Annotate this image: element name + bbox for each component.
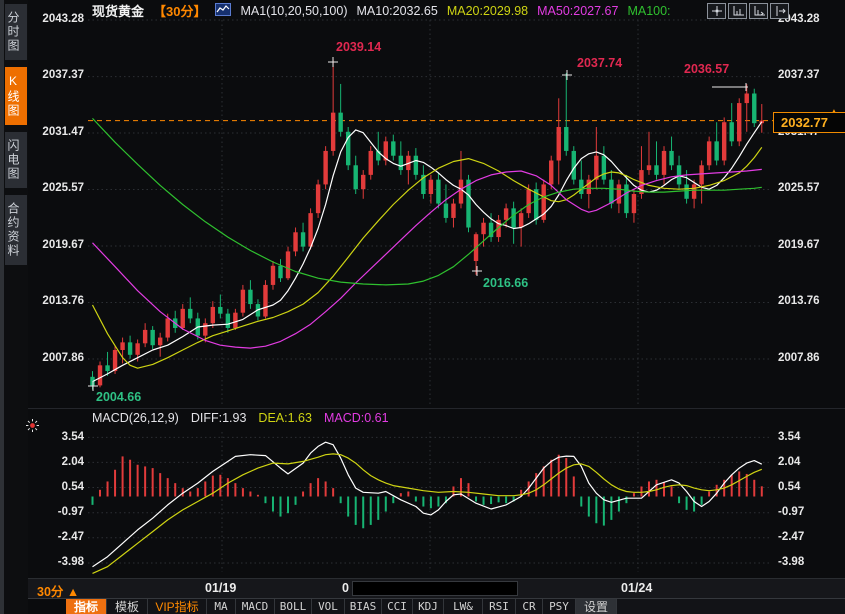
price-axis-label-left: 2025.57 — [34, 182, 84, 194]
high-annotation: 2039.14 — [336, 40, 381, 54]
price-axis-label-right: 2019.67 — [778, 239, 828, 251]
high-annotation: 2037.74 — [577, 56, 622, 70]
macd-axis-label-left: 2.04 — [34, 456, 84, 468]
macd-axis-label-left: -3.98 — [34, 556, 84, 568]
tab-template[interactable]: 模板 — [107, 599, 148, 614]
axis-pan-icon[interactable] — [749, 3, 768, 19]
low-annotation: 2016.66 — [483, 276, 528, 290]
tab-bias[interactable]: BIAS — [345, 599, 382, 614]
price-axis-label-left: 2031.47 — [34, 126, 84, 138]
tab-indicator[interactable]: 指标 — [66, 599, 107, 614]
date-label: 01/19 — [205, 581, 236, 595]
tab-kdj[interactable]: KDJ — [413, 599, 444, 614]
macd-axis-label-left: 3.54 — [34, 431, 84, 443]
price-axis-label-right: 2013.76 — [778, 295, 828, 307]
chart-canvas[interactable] — [0, 0, 845, 614]
sidebar-strip — [0, 0, 4, 614]
macd-axis-label-right: 2.04 — [778, 456, 828, 468]
tab-settings[interactable]: 设置 — [576, 599, 617, 614]
ma50-value: MA50:2027.67 — [537, 4, 618, 18]
scroll-position-label: 0 — [342, 581, 349, 595]
sidebar-item-contract-info[interactable]: 合约资料 — [5, 195, 27, 265]
tab-ma[interactable]: MA — [207, 599, 236, 614]
tab-boll[interactable]: BOLL — [275, 599, 312, 614]
time-axis-bar: 30分 ▲ 01/19 0 01/24 — [28, 578, 845, 598]
crosshair-icon[interactable] — [707, 3, 726, 19]
price-axis-label-left: 2013.76 — [34, 295, 84, 307]
indicator-tab-bar: 指标 模板 VIP指标 MA MACD BOLL VOL BIAS CCI KD… — [28, 598, 845, 614]
sidebar-item-lightning-chart[interactable]: 闪电图 — [5, 132, 27, 188]
app-window: 分时图 K线图 闪电图 合约资料 现货黄金 【30分】 MA1(10,20,50… — [0, 0, 845, 614]
high-annotation: 2036.57 — [684, 62, 729, 76]
indicator-cycle-icon[interactable] — [25, 418, 40, 438]
tab-vip-indicator[interactable]: VIP指标 — [148, 599, 207, 614]
price-axis-label-left: 2007.86 — [34, 352, 84, 364]
axis-scale-icon[interactable] — [728, 3, 747, 19]
macd-axis-label-right: 3.54 — [778, 431, 828, 443]
ma100-value: MA100: — [627, 4, 670, 18]
macd-axis-label-right: -0.97 — [778, 506, 828, 518]
price-axis-label-right: 2025.57 — [778, 182, 828, 194]
tabbar-spacer — [28, 599, 66, 614]
macd-axis-label-left: -0.97 — [34, 506, 84, 518]
period-label: 【30分】 — [153, 1, 206, 20]
ma-settings-label: MA1(10,20,50,100) — [240, 4, 347, 18]
macd-axis-label-left: 0.54 — [34, 481, 84, 493]
tab-vol[interactable]: VOL — [312, 599, 345, 614]
macd-axis-label-right: -2.47 — [778, 531, 828, 543]
tab-cci[interactable]: CCI — [382, 599, 413, 614]
macd-dea-value: DEA:1.63 — [258, 411, 312, 425]
tab-cr[interactable]: CR — [516, 599, 543, 614]
pane-collapse-icon[interactable] — [770, 3, 789, 19]
chart-toolbar — [707, 3, 789, 19]
tab-rsi[interactable]: RSI — [483, 599, 516, 614]
macd-params-label: MACD(26,12,9) — [92, 411, 179, 425]
low-annotation: 2004.66 — [96, 390, 141, 404]
macd-diff-value: DIFF:1.93 — [191, 411, 247, 425]
price-axis-label-left: 2019.67 — [34, 239, 84, 251]
price-axis-label-right: 2007.86 — [778, 352, 828, 364]
macd-header: MACD(26,12,9) DIFF:1.93 DEA:1.63 MACD:0.… — [92, 411, 389, 425]
sidebar: 分时图 K线图 闪电图 合约资料 — [0, 0, 28, 614]
last-price-box: 2032.77 — [773, 112, 845, 133]
ma20-value: MA20:2029.98 — [447, 4, 528, 18]
tab-psy[interactable]: PSY — [543, 599, 576, 614]
macd-axis-label-left: -2.47 — [34, 531, 84, 543]
macd-axis-label-right: -3.98 — [778, 556, 828, 568]
tab-lwr[interactable]: LW& — [444, 599, 483, 614]
sidebar-item-time-chart[interactable]: 分时图 — [5, 4, 27, 60]
ma10-value: MA10:2032.65 — [357, 4, 438, 18]
tab-macd[interactable]: MACD — [236, 599, 275, 614]
sidebar-item-kline-chart[interactable]: K线图 — [5, 67, 27, 125]
scrollbar-thumb[interactable] — [352, 581, 518, 596]
price-axis-label-left: 2043.28 — [34, 13, 84, 25]
price-axis-label-right: 2037.37 — [778, 69, 828, 81]
chart-header: 现货黄金 【30分】 MA1(10,20,50,100) MA10:2032.6… — [92, 2, 671, 19]
line-chart-icon — [215, 3, 231, 19]
price-axis-label-left: 2037.37 — [34, 69, 84, 81]
symbol-title: 现货黄金 — [92, 1, 144, 20]
macd-axis-label-right: 0.54 — [778, 481, 828, 493]
panel-divider — [28, 408, 845, 409]
date-label: 01/24 — [621, 581, 652, 595]
macd-hist-value: MACD:0.61 — [324, 411, 389, 425]
